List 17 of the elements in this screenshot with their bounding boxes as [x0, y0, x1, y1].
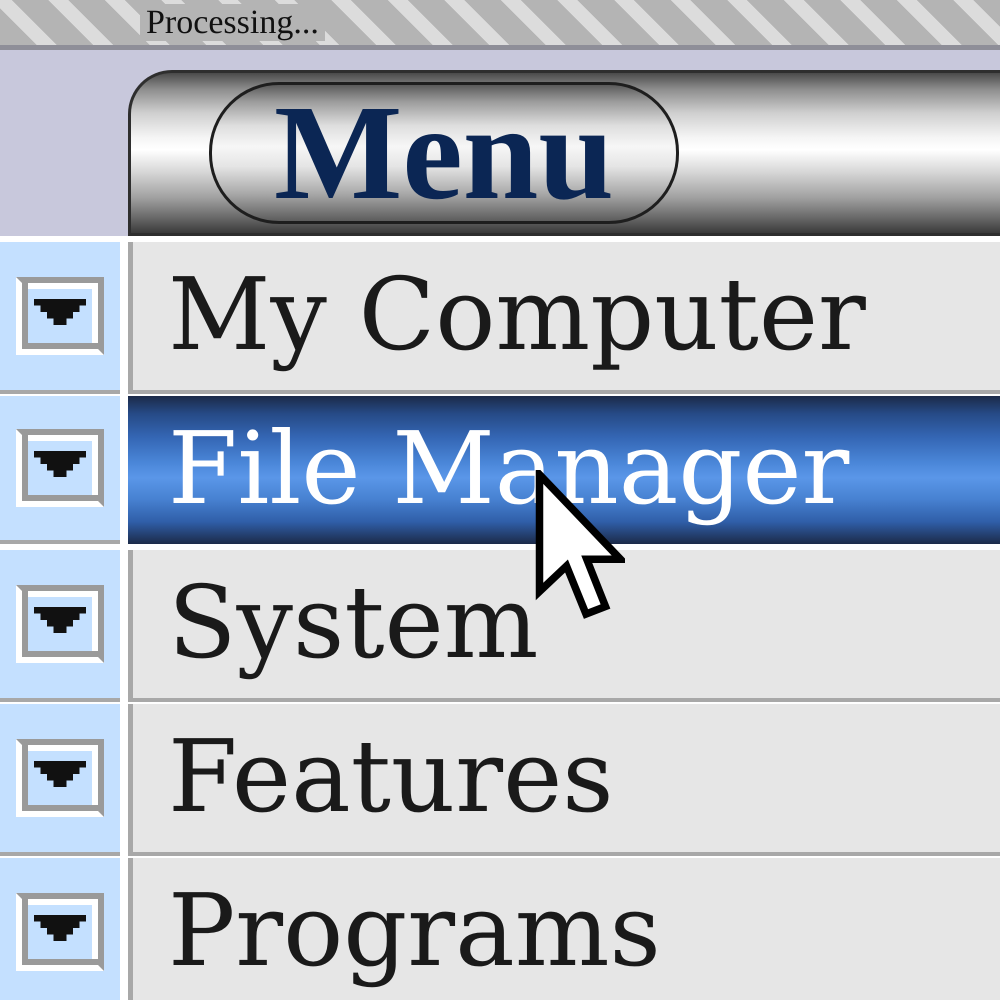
menu-button[interactable]: Menu [209, 82, 679, 224]
dropdown-button[interactable] [16, 585, 104, 663]
menu-item[interactable]: My Computer [128, 242, 1000, 394]
dropdown-button[interactable] [16, 429, 104, 507]
caret-icon [34, 451, 86, 477]
menu-item[interactable]: Features [128, 704, 1000, 856]
caret-icon [34, 761, 86, 787]
menu-item[interactable]: File Manager [128, 396, 1000, 544]
dropdown-button[interactable] [16, 277, 104, 355]
caret-icon [34, 299, 86, 325]
menu-item[interactable]: Programs [128, 858, 1000, 1000]
caret-icon [34, 915, 86, 941]
dropdown-button[interactable] [16, 893, 104, 971]
dropdown-button[interactable] [16, 739, 104, 817]
caret-icon [34, 607, 86, 633]
menu-item[interactable]: System [128, 550, 1000, 702]
status-text: Processing... [140, 4, 325, 42]
